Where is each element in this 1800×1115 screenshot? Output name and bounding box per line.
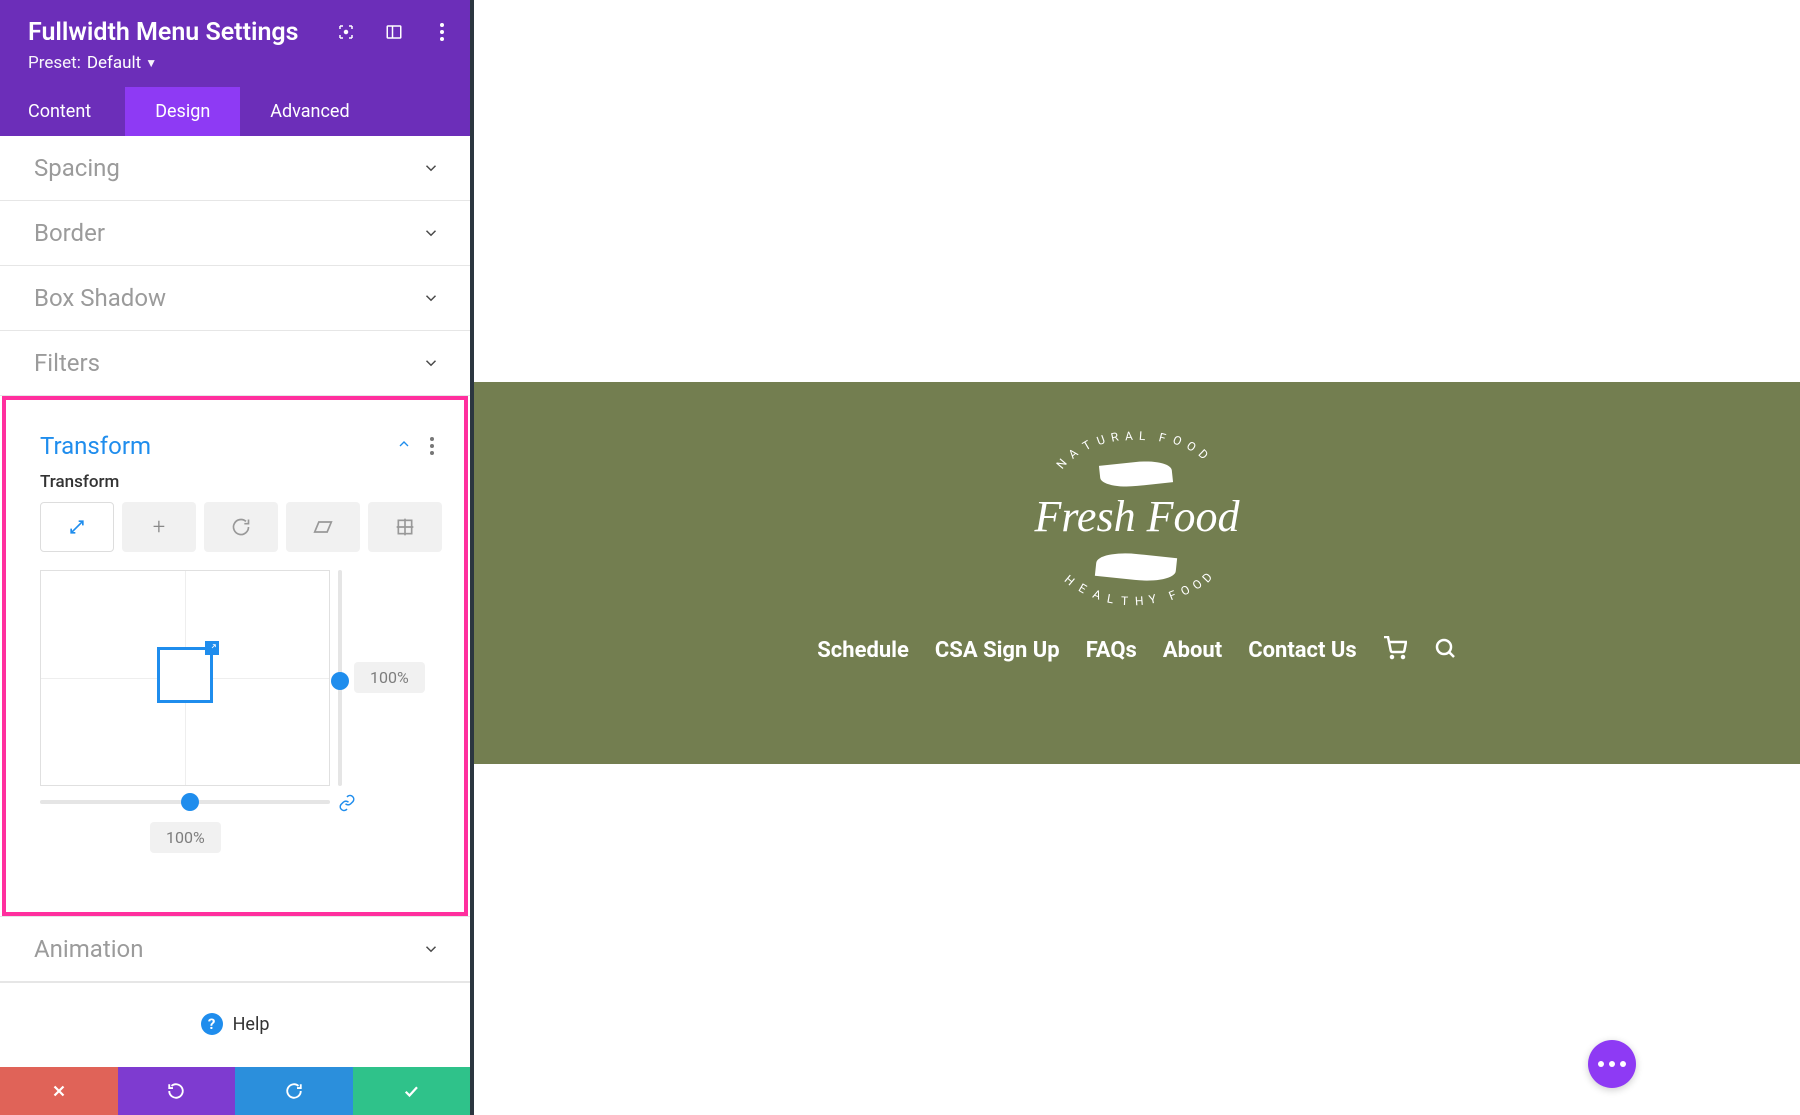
dots-icon [1598, 1061, 1626, 1067]
slider-thumb[interactable] [331, 672, 349, 690]
horizontal-value[interactable]: 100% [150, 822, 221, 853]
chevron-down-icon [422, 289, 440, 307]
accordion-animation[interactable]: Animation [0, 917, 470, 982]
leaf-icon [1082, 462, 1192, 500]
chevron-down-icon [422, 940, 440, 958]
transform-sublabel: Transform [6, 472, 464, 502]
nav-row: Schedule CSA Sign Up FAQs About Contact … [817, 636, 1456, 664]
nav-faqs[interactable]: FAQs [1086, 638, 1137, 663]
redo-button[interactable] [235, 1067, 353, 1115]
kebab-menu-icon[interactable] [432, 22, 452, 42]
caret-down-icon: ▼ [145, 56, 157, 70]
accordion-spacing[interactable]: Spacing [0, 136, 470, 201]
tab-content[interactable]: Content [0, 87, 125, 136]
tabs-bar: Content Design Advanced [0, 87, 470, 136]
help-row[interactable]: ? Help [0, 982, 470, 1065]
preview-area: N A T U R A L F O O D Fresh Food H E [470, 0, 1800, 1115]
transform-canvas[interactable] [40, 570, 330, 786]
focus-icon[interactable] [336, 22, 356, 42]
nav-schedule[interactable]: Schedule [817, 638, 909, 663]
chevron-down-icon [422, 159, 440, 177]
cart-icon[interactable] [1383, 636, 1407, 664]
transform-section-highlight: Transform Transform + [2, 396, 468, 916]
preset-value: Default [87, 53, 141, 73]
sidebar-toggle-icon[interactable] [384, 22, 404, 42]
accordion-label: Spacing [34, 154, 120, 182]
panel-header: Fullwidth Menu Settings Preset: Default … [0, 0, 470, 87]
logo-bottom-arc: H E A L T H Y F O O D [1047, 576, 1227, 610]
accordion-filters[interactable]: Filters [0, 331, 470, 396]
accordion-border[interactable]: Border [0, 201, 470, 266]
accordion-label: Animation [34, 935, 143, 963]
leaf-icon [1082, 538, 1192, 576]
transform-tab-origin[interactable] [368, 502, 442, 552]
chevron-down-icon [422, 224, 440, 242]
preset-label: Preset: [28, 53, 81, 73]
kebab-menu-icon[interactable] [430, 437, 434, 455]
nav-contact[interactable]: Contact Us [1248, 638, 1357, 663]
transform-shape[interactable] [157, 647, 213, 703]
resize-handle-icon[interactable] [205, 641, 219, 655]
chevron-down-icon [422, 354, 440, 372]
site-logo: N A T U R A L F O O D Fresh Food H E [1027, 430, 1247, 610]
fab-button[interactable] [1588, 1040, 1636, 1088]
accordion-label: Box Shadow [34, 284, 166, 312]
plus-icon: + [153, 515, 165, 540]
transform-tabs: + [6, 502, 464, 570]
accordion-label: Border [34, 219, 105, 247]
accordion-label: Filters [34, 349, 100, 377]
accordion-box-shadow[interactable]: Box Shadow [0, 266, 470, 331]
accordion-transform[interactable]: Transform [6, 414, 464, 472]
transform-tab-translate[interactable]: + [122, 502, 196, 552]
tab-advanced[interactable]: Advanced [240, 87, 379, 136]
footer-buttons [0, 1067, 470, 1115]
transform-tab-scale[interactable] [40, 502, 114, 552]
preset-row[interactable]: Preset: Default ▼ [28, 53, 442, 73]
transform-title: Transform [40, 432, 151, 460]
slider-thumb[interactable] [181, 793, 199, 811]
link-values-icon[interactable] [338, 794, 356, 816]
cancel-button[interactable] [0, 1067, 118, 1115]
settings-sidebar: Fullwidth Menu Settings Preset: Default … [0, 0, 470, 1115]
search-icon[interactable] [1433, 636, 1457, 664]
site-header: N A T U R A L F O O D Fresh Food H E [474, 382, 1800, 764]
accordion-scroll: Spacing Border Box Shadow Filters Transf… [0, 136, 470, 1067]
horizontal-slider[interactable] [40, 800, 330, 804]
transform-tab-rotate[interactable] [204, 502, 278, 552]
nav-about[interactable]: About [1163, 638, 1222, 663]
tab-design[interactable]: Design [125, 87, 240, 136]
undo-button[interactable] [118, 1067, 236, 1115]
vertical-slider[interactable] [338, 570, 342, 786]
save-button[interactable] [353, 1067, 471, 1115]
vertical-value[interactable]: 100% [354, 662, 425, 693]
chevron-up-icon [396, 436, 412, 456]
help-icon: ? [201, 1013, 223, 1035]
transform-tab-skew[interactable] [286, 502, 360, 552]
help-text: Help [233, 1014, 270, 1035]
nav-csa[interactable]: CSA Sign Up [935, 638, 1060, 663]
